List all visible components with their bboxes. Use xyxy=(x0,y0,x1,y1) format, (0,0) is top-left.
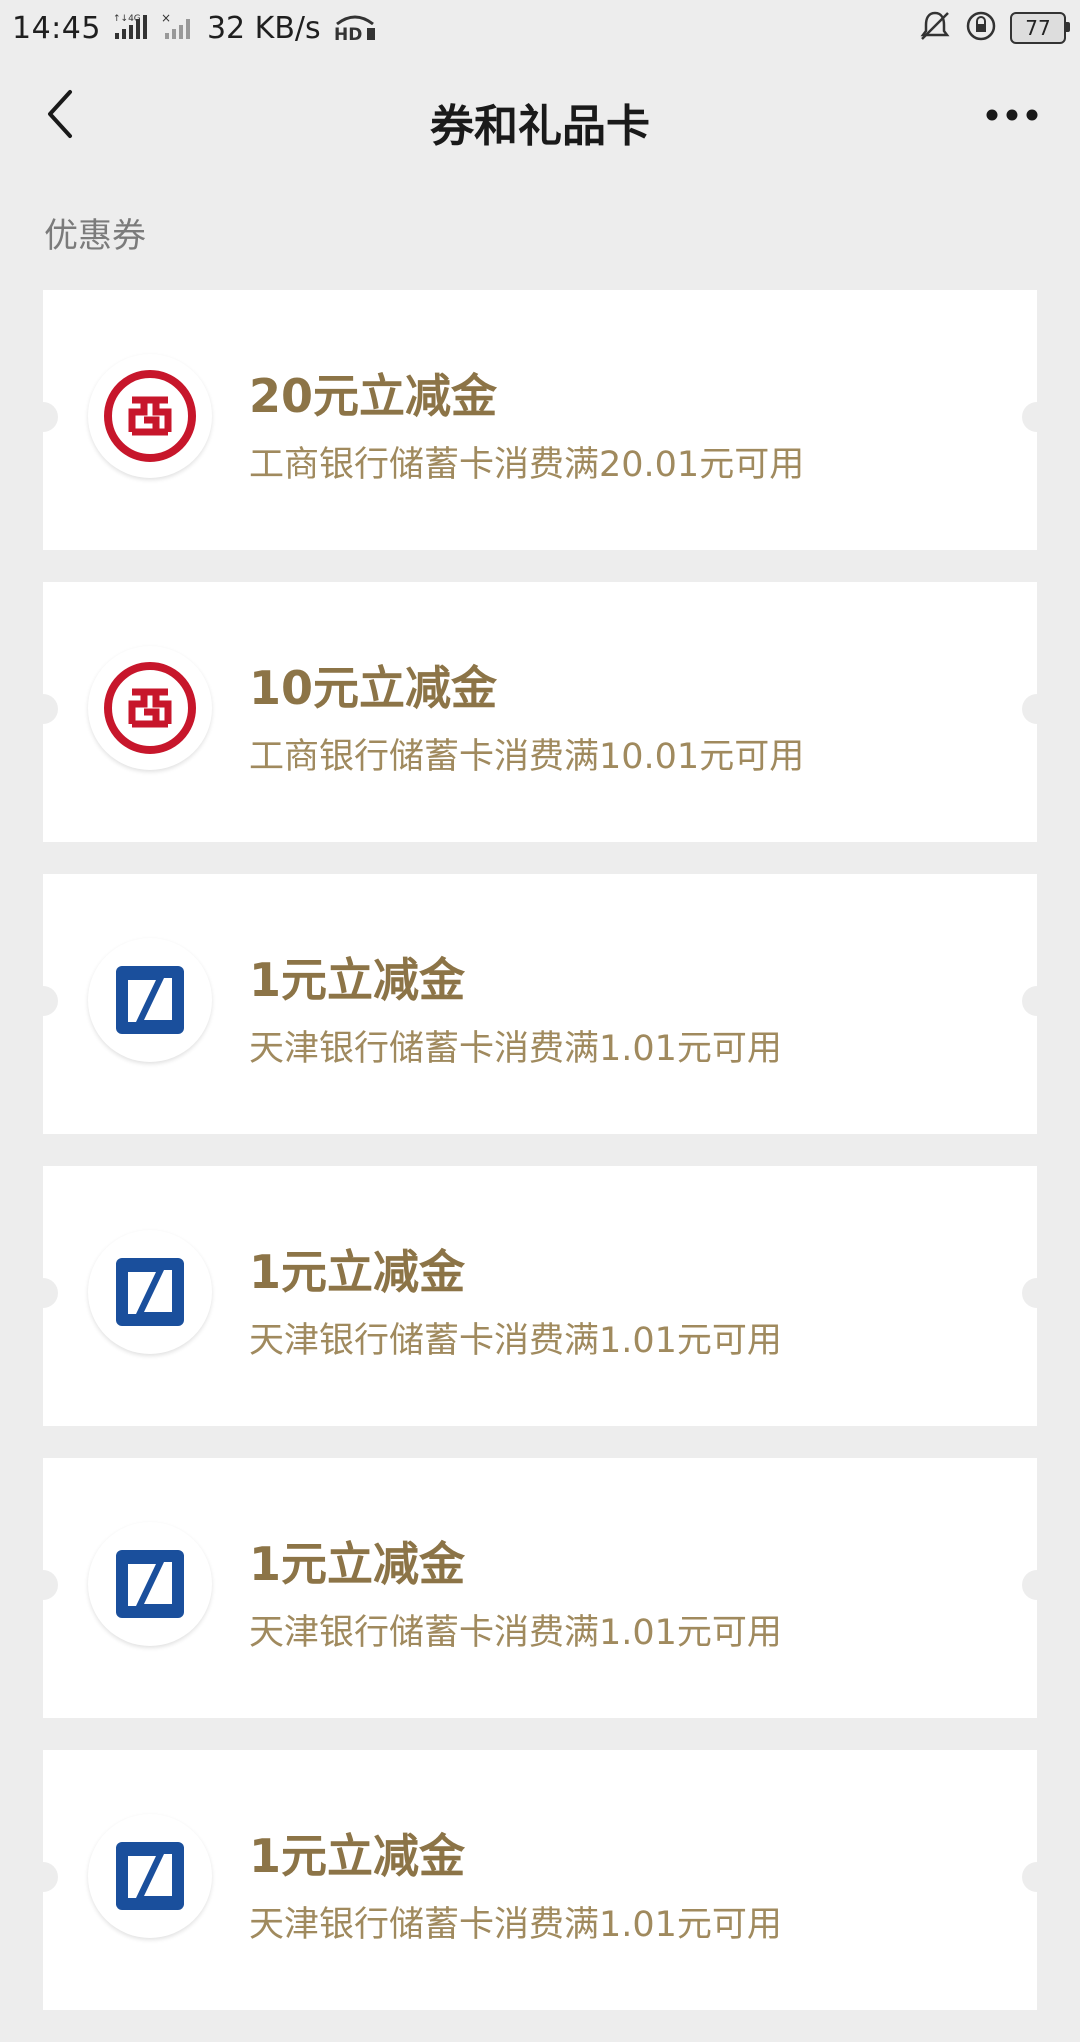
card-notch xyxy=(1022,402,1052,432)
coupon-title: 1元立减金 xyxy=(249,953,466,1007)
coupon-description: 天津银行储蓄卡消费满1.01元可用 xyxy=(249,1029,782,1069)
rotation-lock-icon xyxy=(964,9,998,47)
card-notch xyxy=(1022,986,1052,1016)
coupon-card[interactable]: 10元立减金 工商银行储蓄卡消费满10.01元可用 xyxy=(28,582,1052,842)
coupon-card[interactable]: 1元立减金 天津银行储蓄卡消费满1.01元可用 xyxy=(28,1750,1052,2010)
card-notch xyxy=(28,1570,58,1600)
card-notch xyxy=(1022,1278,1052,1308)
icbc-logo-icon xyxy=(88,646,212,770)
coupon-card[interactable]: 20元立减金 工商银行储蓄卡消费满20.01元可用 xyxy=(28,290,1052,550)
coupon-description: 天津银行储蓄卡消费满1.01元可用 xyxy=(249,1321,782,1361)
status-left: 14:45 ↑↓4G × 32 KB/s HD xyxy=(12,6,379,50)
card-notch xyxy=(28,1862,58,1892)
coupon-list: 20元立减金 工商银行储蓄卡消费满20.01元可用 10元立减金 工商银行储蓄卡… xyxy=(28,290,1052,2042)
header: 券和礼品卡 xyxy=(0,64,1080,174)
coupon-title: 10元立减金 xyxy=(249,661,498,715)
page-title: 券和礼品卡 xyxy=(430,101,650,152)
battery-level: 77 xyxy=(1025,16,1051,40)
coupon-title: 1元立减金 xyxy=(249,1537,466,1591)
tianjin-bank-logo-icon xyxy=(88,938,212,1062)
battery-icon: 77 xyxy=(1010,12,1070,44)
coupon-title: 20元立减金 xyxy=(249,369,498,423)
icbc-logo-icon xyxy=(88,354,212,478)
coupon-card[interactable]: 1元立减金 天津银行储蓄卡消费满1.01元可用 xyxy=(28,1166,1052,1426)
card-notch xyxy=(1022,694,1052,724)
section-label: 优惠券 xyxy=(44,216,146,256)
mute-bell-icon xyxy=(918,9,952,47)
coupon-description: 天津银行储蓄卡消费满1.01元可用 xyxy=(249,1613,782,1653)
status-right: 77 xyxy=(918,8,1070,48)
svg-text:×: × xyxy=(161,11,171,25)
status-time: 14:45 xyxy=(12,10,101,46)
card-notch xyxy=(28,1278,58,1308)
network-speed: 32 KB/s xyxy=(206,10,321,46)
card-notch xyxy=(28,694,58,724)
status-bar: 14:45 ↑↓4G × 32 KB/s HD 77 xyxy=(0,0,1080,56)
coupon-card[interactable]: 1元立减金 天津银行储蓄卡消费满1.01元可用 xyxy=(28,874,1052,1134)
card-notch xyxy=(1022,1862,1052,1892)
coupon-description: 工商银行储蓄卡消费满20.01元可用 xyxy=(249,445,805,485)
more-button[interactable] xyxy=(982,96,1042,136)
coupon-description: 天津银行储蓄卡消费满1.01元可用 xyxy=(249,1905,782,1945)
tianjin-bank-logo-icon xyxy=(88,1522,212,1646)
hd-icon: HD xyxy=(331,10,379,46)
tianjin-bank-logo-icon xyxy=(88,1230,212,1354)
card-notch xyxy=(28,402,58,432)
coupon-description: 工商银行储蓄卡消费满10.01元可用 xyxy=(249,737,805,777)
card-notch xyxy=(1022,1570,1052,1600)
more-dots-icon xyxy=(985,107,1039,126)
4g-signal-icon: ↑↓4G xyxy=(111,11,151,45)
coupon-title: 1元立减金 xyxy=(249,1829,466,1883)
card-notch xyxy=(28,986,58,1016)
coupon-card[interactable]: 1元立减金 天津银行储蓄卡消费满1.01元可用 xyxy=(28,1458,1052,1718)
signal-x-icon: × xyxy=(161,11,197,45)
coupon-title: 1元立减金 xyxy=(249,1245,466,1299)
svg-text:HD: HD xyxy=(334,25,362,42)
tianjin-bank-logo-icon xyxy=(88,1814,212,1938)
